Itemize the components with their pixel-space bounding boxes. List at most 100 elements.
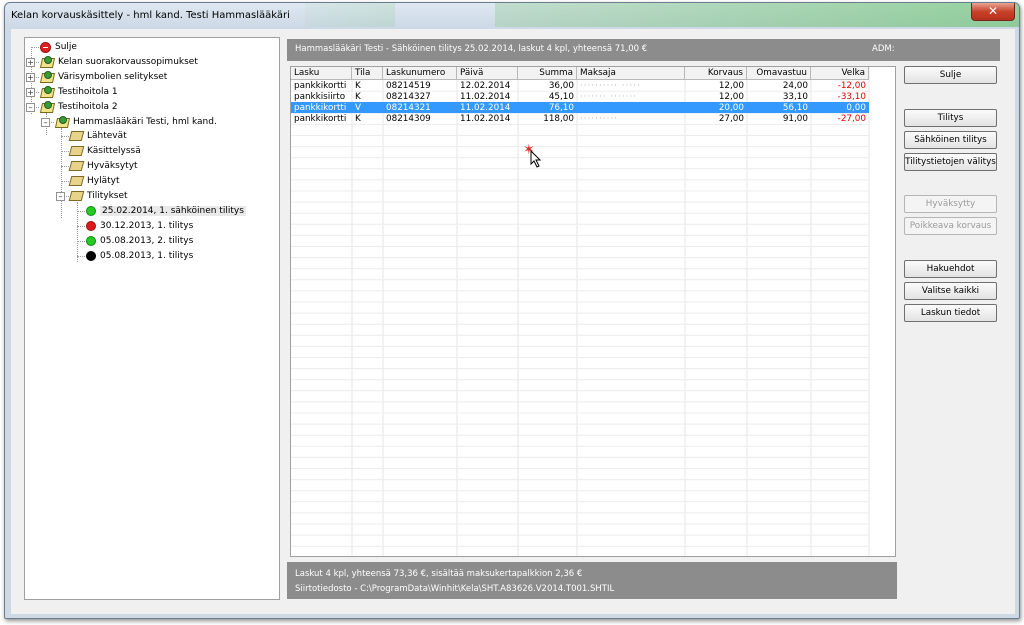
tree-item[interactable]: Testihoitola 1 [40,85,118,99]
table-cell-lasku: pankkikortti [294,113,347,124]
column-header[interactable]: Summa [518,67,577,80]
summary-footer: Laskut 4 kpl, yhteensä 73,36 €, sisältää… [287,562,897,599]
tree-item-label: Sulje [55,42,77,52]
table-cell-summa: 45,10 [548,91,574,102]
table-cell-laskunumero: 08214519 [386,80,431,91]
navigation-tree[interactable]: Sulje + Kelan suorakorvaussopimukset + Väris… [24,37,280,600]
table-cell-maksaja: ·········· [580,113,618,124]
tree-connector-line [61,128,62,218]
column-header[interactable]: Lasku [291,67,352,80]
column-header[interactable]: Maksaja [577,67,685,80]
settlement-header: Hammaslääkäri Testi - Sähköinen tilitys … [287,39,1000,61]
settlement-button[interactable]: Tilitys [904,109,997,127]
table-cell-korvaus: 20,00 [718,102,744,113]
table-cell-lasku: pankkisiirto [294,91,346,102]
select-all-button[interactable]: Valitse kaikki [904,282,997,300]
status-dot-icon [86,250,96,261]
tree-item-label: Hammaslääkäri Testi, hml kand. [73,116,217,127]
adm-label: ADM: [872,44,895,54]
approved-button[interactable]: Hyväksytty [904,195,997,213]
table-cell-lasku: pankkikortti [294,80,347,91]
background-window-ghost [305,3,395,27]
tree-connector-line [77,240,85,242]
table-cell-paiva: 11.02.2014 [460,102,511,113]
table-cell-tila: K [355,113,361,124]
tree-item[interactable]: Kelan suorakorvaussopimukset [40,55,198,69]
table-cell-omavastuu: 33,10 [782,91,808,102]
tree-item[interactable]: Hammaslääkäri Testi, hml kand. [55,115,217,129]
electronic-settlement-button[interactable]: Sähköinen tilitys [904,131,997,149]
tree-collapse-toggle[interactable]: – [26,102,35,112]
invoice-details-button[interactable]: Laskun tiedot [904,304,997,322]
transfer-file-path: Siirtotiedosto - C:\ProgramData\Winhit\K… [295,584,615,594]
table-cell-tila: K [355,91,361,102]
table-cell-laskunumero: 08214309 [386,113,431,124]
header-text: Hammaslääkäri Testi - Sähköinen tilitys … [295,44,648,54]
tree-item-label: Hylätyt [87,176,120,187]
table-cell-omavastuu: 56,10 [782,102,808,113]
table-cell-korvaus: 27,00 [718,113,744,124]
close-window-button[interactable]: ✕ [971,3,1015,21]
folder-icon [68,176,85,187]
background-window-ghost [495,3,1019,27]
invoice-summary: Laskut 4 kpl, yhteensä 73,36 €, sisältää… [295,569,583,579]
table-cell-omavastuu: 91,00 [782,113,808,124]
tree-connector-line [77,225,85,227]
tree-expand-toggle[interactable]: + [26,87,35,97]
tree-item[interactable]: Tilitykset [68,189,128,203]
table-cell-velka: -27,00 [837,113,866,124]
tree-item[interactable]: Testihoitola 2 [40,100,118,114]
tree-item[interactable]: Hyväksytyt [68,159,138,173]
column-header[interactable]: Päivä [457,67,518,80]
status-dot-icon [86,235,96,246]
certificate-icon [40,86,54,97]
table-cell-velka: -12,00 [837,80,866,91]
tree-item[interactable]: Käsittelyssä [68,144,141,158]
table-cell-summa: 118,00 [543,113,574,124]
tree-expand-toggle[interactable]: + [26,57,35,67]
close-button[interactable]: Sulje [904,66,997,84]
folder-icon [68,131,85,142]
tree-expand-toggle[interactable]: + [26,72,35,82]
column-header[interactable]: Tila [352,67,383,80]
certificate-icon [55,116,69,127]
tree-item[interactable]: Lähtevät [68,129,127,143]
tree-connector-line [77,255,85,257]
settlement-data-transfer-button[interactable]: Tilitystietojen välitys [904,153,997,171]
tree-collapse-toggle[interactable]: – [41,117,50,127]
deviating-compensation-button[interactable]: Poikkeava korvaus [904,217,997,235]
table-cell-lasku: pankkikortti [294,102,347,113]
table-cell-velka: -33,10 [837,91,866,102]
folder-icon [68,146,85,157]
mouse-pointer-icon [530,150,542,168]
folder-icon [68,161,85,172]
tree-item-label: Hyväksytyt [87,161,138,172]
tree-item[interactable]: Värisymbolien selitykset [40,70,167,84]
certificate-icon [40,71,54,82]
table-cell-tila: K [355,80,361,91]
table-cell-omavastuu: 24,00 [782,80,808,91]
column-header[interactable]: Korvaus [685,67,747,80]
tree-item[interactable]: Hylätyt [68,174,120,188]
main-client-area: Sulje + Kelan suorakorvaussopimukset + Väris… [11,29,1015,614]
table-cell-korvaus: 12,00 [718,91,744,102]
tree-item[interactable]: Sulje [40,40,77,54]
tree-item-label: 05.08.2013, 2. tilitys [100,235,194,246]
search-criteria-button[interactable]: Hakuehdot [904,260,997,278]
column-header[interactable]: Velka [811,67,869,80]
tree-item[interactable]: 05.08.2013, 1. tilitys [86,249,193,263]
tree-connector-line [61,136,69,138]
tree-item[interactable]: 30.12.2013, 1. tilitys [86,219,193,233]
table-cell-velka: 0,00 [846,102,866,113]
column-header[interactable]: Laskunumero [383,67,457,80]
column-header[interactable]: Omavastuu [747,67,811,80]
tree-item[interactable]: 25.02.2014, 1. sähköinen tilitys [86,204,246,218]
tree-item-label: 30.12.2013, 1. tilitys [100,220,194,231]
tree-item[interactable]: 05.08.2013, 2. tilitys [86,234,193,248]
tree-item-label: Testihoitola 1 [58,86,118,97]
tree-collapse-toggle[interactable]: – [56,192,65,201]
app-window: Kelan korvauskäsittely - hml kand. Testi… [4,2,1020,619]
invoice-table[interactable]: Lasku Tila Laskunumero Päivä Summa Maksaja Kor… [290,66,896,557]
table-cell-maksaja: ······· ······· [580,91,637,102]
table-cell-summa: 36,00 [548,80,574,91]
